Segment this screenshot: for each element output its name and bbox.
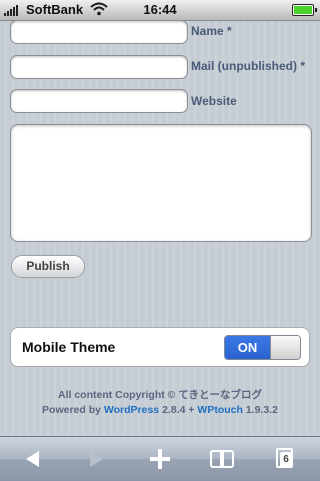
powered-by-line: Powered by WordPress 2.8.4 + WPtouch 1.9… bbox=[0, 404, 320, 416]
back-button[interactable] bbox=[12, 437, 52, 481]
back-arrow-icon bbox=[26, 451, 39, 467]
powered-by-prefix: Powered by bbox=[42, 404, 104, 416]
mobile-theme-toggle[interactable]: ON bbox=[224, 335, 301, 360]
wordpress-version: 2.8.4 + bbox=[159, 404, 198, 416]
status-bar: SoftBank 16:44 bbox=[0, 0, 320, 21]
forward-arrow-icon bbox=[90, 451, 103, 467]
pages-icon: 6 bbox=[276, 448, 294, 468]
publish-button[interactable]: Publish bbox=[11, 255, 85, 278]
wptouch-version: 1.9.3.2 bbox=[242, 404, 278, 416]
website-field[interactable] bbox=[10, 89, 188, 113]
pages-count: 6 bbox=[280, 452, 292, 467]
name-field[interactable] bbox=[10, 20, 188, 44]
browser-toolbar: 6 bbox=[0, 436, 320, 481]
comment-textarea[interactable] bbox=[10, 124, 312, 242]
mail-label: Mail (unpublished) * bbox=[191, 59, 305, 73]
bookmarks-button[interactable] bbox=[202, 437, 242, 481]
toggle-on-label: ON bbox=[225, 336, 270, 359]
status-time: 16:44 bbox=[143, 2, 177, 17]
wordpress-link[interactable]: WordPress bbox=[104, 404, 159, 416]
add-bookmark-button[interactable] bbox=[140, 437, 180, 481]
pages-button[interactable]: 6 bbox=[264, 437, 304, 481]
mobile-theme-label: Mobile Theme bbox=[22, 339, 116, 355]
website-label: Website bbox=[191, 94, 237, 108]
mail-field[interactable] bbox=[10, 55, 188, 79]
forward-button[interactable] bbox=[76, 437, 116, 481]
mobile-theme-panel: Mobile Theme ON bbox=[10, 327, 310, 367]
toggle-knob[interactable] bbox=[270, 336, 300, 359]
copyright-text: All content Copyright © てきとーなブログ bbox=[58, 389, 262, 401]
bookmarks-icon bbox=[210, 450, 234, 468]
wptouch-link[interactable]: WPtouch bbox=[197, 404, 243, 416]
battery-icon bbox=[292, 4, 317, 16]
name-label: Name * bbox=[191, 24, 232, 38]
